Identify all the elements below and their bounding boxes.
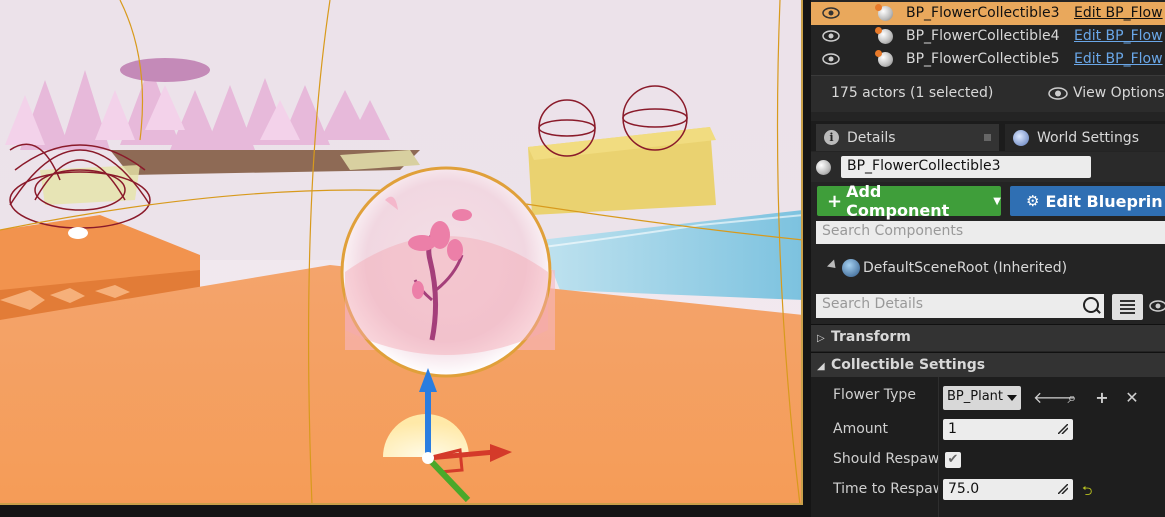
actor-name-field[interactable]: BP_FlowerCollectible3: [841, 156, 1091, 178]
amount-field[interactable]: 1: [943, 419, 1073, 440]
arrow-left-icon[interactable]: 🡐: [1033, 389, 1076, 407]
property-row: Flower Type BP_Plant 🡐 ⌕ + ✕: [811, 381, 1165, 411]
tab-details[interactable]: i Details: [816, 124, 999, 151]
tab-world-settings-label: World Settings: [1037, 129, 1139, 146]
actor-name-row: BP_FlowerCollectible3: [811, 152, 1165, 182]
eye-icon[interactable]: [1149, 300, 1165, 312]
property-row: Time to Respawn 75.0 ⮌: [811, 475, 1165, 505]
outliner-footer: 175 actors (1 selected) View Options: [811, 75, 1165, 112]
property-row: Amount 1: [811, 415, 1165, 445]
amount-value: 1: [948, 421, 957, 437]
edit-blueprint-link[interactable]: Edit BP_Flow: [1074, 5, 1163, 21]
search-details-placeholder: Search Details: [822, 296, 924, 312]
info-icon: i: [824, 130, 839, 145]
property-label: Flower Type: [833, 387, 916, 403]
eye-icon[interactable]: [822, 7, 840, 19]
property-label: Amount: [833, 421, 889, 437]
section-collectible-settings[interactable]: ◢ Collectible Settings: [811, 352, 1165, 379]
outliner-row[interactable]: BP_FlowerCollectible5 Edit BP_Flow: [811, 48, 1165, 71]
time-to-respawn-field[interactable]: 75.0: [943, 479, 1073, 500]
tab-details-label: Details: [847, 129, 896, 146]
chevron-down-icon: ▼: [993, 195, 1001, 207]
actor-sphere-icon: [875, 27, 893, 44]
search-icon: [1083, 297, 1099, 313]
component-label: DefaultSceneRoot (Inherited): [863, 260, 1068, 276]
plus-icon: +: [827, 190, 843, 212]
should-respawn-checkbox[interactable]: ✔: [945, 452, 961, 468]
close-icon[interactable]: [984, 134, 991, 141]
collectible-properties: Flower Type BP_Plant 🡐 ⌕ + ✕ Amount 1 Sh…: [811, 377, 1165, 517]
section-transform[interactable]: ▷ Transform: [811, 324, 1165, 351]
view-options-button[interactable]: View Options: [1048, 85, 1165, 101]
outliner-actor-name: BP_FlowerCollectible3: [906, 5, 1060, 21]
chevron-right-icon: ▷: [817, 333, 825, 344]
actor-sphere-icon: [816, 160, 831, 175]
view-options-label: View Options: [1073, 85, 1165, 101]
add-component-button[interactable]: + Add Component ▼: [817, 182, 1001, 220]
add-icon[interactable]: +: [1093, 389, 1111, 407]
level-viewport[interactable]: [0, 0, 803, 505]
scene-root-icon: [842, 259, 860, 277]
reset-icon[interactable]: ⮌: [1082, 482, 1092, 504]
outliner-row[interactable]: BP_FlowerCollectible4 Edit BP_Flow: [811, 25, 1165, 48]
panel-tabs: i Details World Settings: [811, 121, 1165, 151]
search-components-input[interactable]: Search Components: [816, 221, 1165, 244]
actor-sphere-icon: [875, 50, 893, 67]
viewport-scene[interactable]: [0, 0, 803, 505]
eye-icon[interactable]: [822, 53, 840, 65]
flower-type-value: BP_Plant: [947, 389, 1004, 404]
outliner-actor-name: BP_FlowerCollectible4: [906, 28, 1060, 44]
component-tree-row[interactable]: DefaultSceneRoot (Inherited): [811, 257, 1165, 281]
property-label: Should Respawn: [833, 451, 938, 467]
property-label: Time to Respawn: [833, 481, 938, 497]
actor-count: 175 actors (1 selected): [831, 85, 994, 101]
panel-divider[interactable]: [803, 0, 811, 517]
flower-type-select[interactable]: BP_Plant: [943, 386, 1021, 410]
gear-icon: ⚙: [1026, 192, 1040, 210]
outliner-actor-name: BP_FlowerCollectible5: [906, 51, 1060, 67]
edit-blueprint-label: Edit Blueprin: [1045, 191, 1163, 211]
flower-collectible-bubble[interactable]: [340, 166, 552, 378]
outliner-row[interactable]: BP_FlowerCollectible3 Edit BP_Flow: [811, 2, 1165, 25]
eye-icon: [1048, 86, 1068, 100]
browse-icon[interactable]: ⌕: [1063, 389, 1081, 407]
resize-icon: [1058, 424, 1068, 434]
eye-icon[interactable]: [822, 30, 840, 42]
resize-icon: [1058, 484, 1068, 494]
chevron-down-icon: [1007, 395, 1017, 401]
section-label: Transform: [831, 329, 911, 345]
chevron-down-icon: ◢: [817, 361, 825, 372]
clear-icon[interactable]: ✕: [1123, 389, 1141, 407]
expand-arrow-icon[interactable]: [826, 259, 840, 272]
search-details-input[interactable]: Search Details: [816, 294, 1104, 318]
add-component-label: Add Component: [846, 182, 950, 220]
edit-blueprint-button[interactable]: ⚙ Edit Blueprin ▼: [1010, 186, 1165, 216]
time-to-respawn-value: 75.0: [948, 481, 980, 497]
edit-blueprint-link[interactable]: Edit BP_Flow: [1074, 28, 1163, 44]
edit-blueprint-link[interactable]: Edit BP_Flow: [1074, 51, 1163, 67]
globe-icon: [1013, 129, 1029, 146]
tab-world-settings[interactable]: World Settings: [1005, 124, 1165, 151]
editor-side-panel: BP_FlowerCollectible3 Edit BP_Flow BP_Fl…: [811, 0, 1165, 517]
section-label: Collectible Settings: [831, 357, 986, 373]
actor-sphere-icon: [875, 4, 893, 21]
grid-icon[interactable]: [1112, 294, 1143, 320]
property-row: Should Respawn ✔: [811, 445, 1165, 475]
